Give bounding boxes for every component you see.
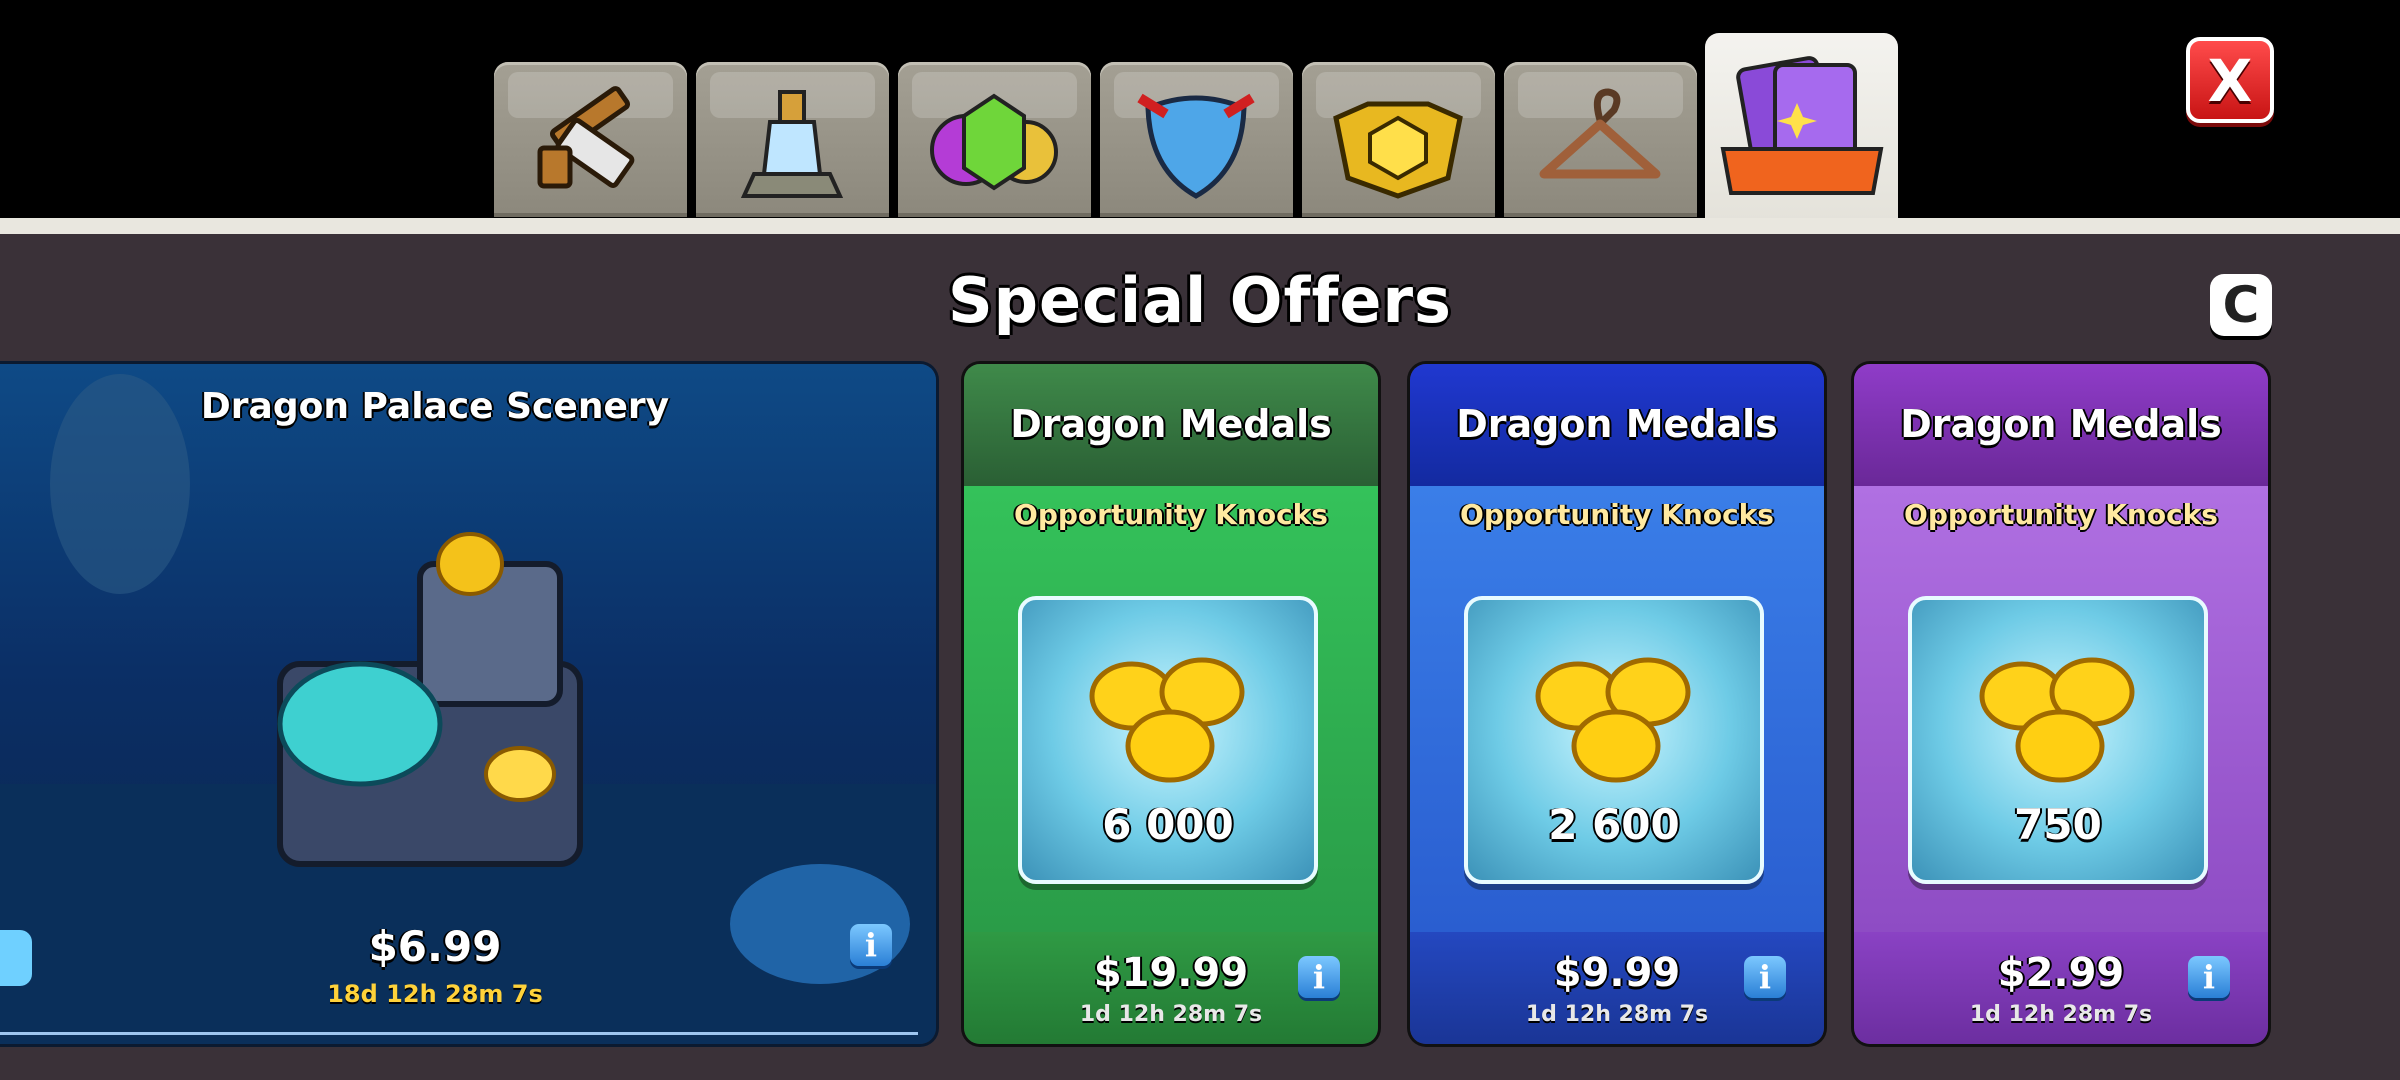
offer-title: Dragon Medals xyxy=(1456,402,1778,446)
potion-icon xyxy=(740,90,844,198)
special-offers-panel: Special Offers C Dragon Palace Scenery $… xyxy=(0,218,2400,1080)
medal-amount: 2 600 xyxy=(1548,800,1680,849)
medal-amount: 6 000 xyxy=(1102,800,1234,849)
refresh-button[interactable]: C xyxy=(2210,274,2272,336)
dragon-medals-icon xyxy=(1089,657,1245,783)
builder-tools-tab[interactable] xyxy=(494,62,687,217)
offer-subtitle: Opportunity Knocks xyxy=(1460,498,1774,531)
divider xyxy=(0,1032,918,1035)
offer-subtitle: Opportunity Knocks xyxy=(1904,498,2218,531)
hanger-icon xyxy=(1539,88,1661,179)
close-button[interactable]: X xyxy=(2186,37,2274,123)
medal-offer-card[interactable]: Dragon Medals Opportunity Knocks 6 000 $… xyxy=(964,364,1378,1044)
medal-tile: 6 000 xyxy=(1018,596,1318,884)
scenery-offer-card[interactable]: Dragon Palace Scenery $6.99 18d 12h 28m … xyxy=(0,364,936,1044)
defense-tab[interactable] xyxy=(1100,62,1293,217)
special-offers-tab[interactable] xyxy=(1705,33,1898,223)
medal-tile: 2 600 xyxy=(1464,596,1764,884)
store-tab-bar: X xyxy=(0,0,2400,230)
medal-offer-card[interactable]: Dragon Medals Opportunity Knocks 750 $2.… xyxy=(1854,364,2268,1044)
gold-badge-icon xyxy=(1333,101,1463,199)
offer-info-button[interactable]: i xyxy=(1298,956,1340,998)
dragon-medals-icon xyxy=(1979,657,2135,783)
medal-amount: 750 xyxy=(2014,800,2102,849)
offer-title: Dragon Medals xyxy=(1900,402,2222,446)
dragon-medals-icon xyxy=(1535,657,1691,783)
scenery-title: Dragon Palace Scenery xyxy=(200,386,670,427)
scenery-timer: 18d 12h 28m 7s xyxy=(327,980,543,1008)
medal-tile: 750 xyxy=(1908,596,2208,884)
scenery-info-button[interactable]: i xyxy=(850,924,892,966)
shield-arrows-icon xyxy=(1137,93,1255,199)
offer-title: Dragon Medals xyxy=(1010,402,1332,446)
offer-subtitle: Opportunity Knocks xyxy=(1014,498,1328,531)
offer-info-button[interactable]: i xyxy=(1744,956,1786,998)
gold-pass-tab[interactable] xyxy=(1302,62,1495,217)
offer-timer: 1d 12h 28m 7s xyxy=(1525,1002,1709,1027)
offer-info-button[interactable]: i xyxy=(2188,956,2230,998)
page-title: Special Offers xyxy=(948,264,1452,337)
offer-timer: 1d 12h 28m 7s xyxy=(1079,1002,1263,1027)
magic-items-tab[interactable] xyxy=(696,62,889,217)
cards-offer-icon xyxy=(1720,56,1884,195)
medal-offer-card[interactable]: Dragon Medals Opportunity Knocks 2 600 $… xyxy=(1410,364,1824,1044)
gems-coins-icon xyxy=(930,93,1058,191)
cosmetics-tab[interactable] xyxy=(1504,62,1697,217)
scenery-price: $6.99 xyxy=(368,922,502,971)
gems-tab[interactable] xyxy=(898,62,1091,217)
refresh-icon: C xyxy=(2222,276,2260,334)
hammer-saw-icon xyxy=(537,86,635,189)
offer-timer: 1d 12h 28m 7s xyxy=(1969,1002,2153,1027)
